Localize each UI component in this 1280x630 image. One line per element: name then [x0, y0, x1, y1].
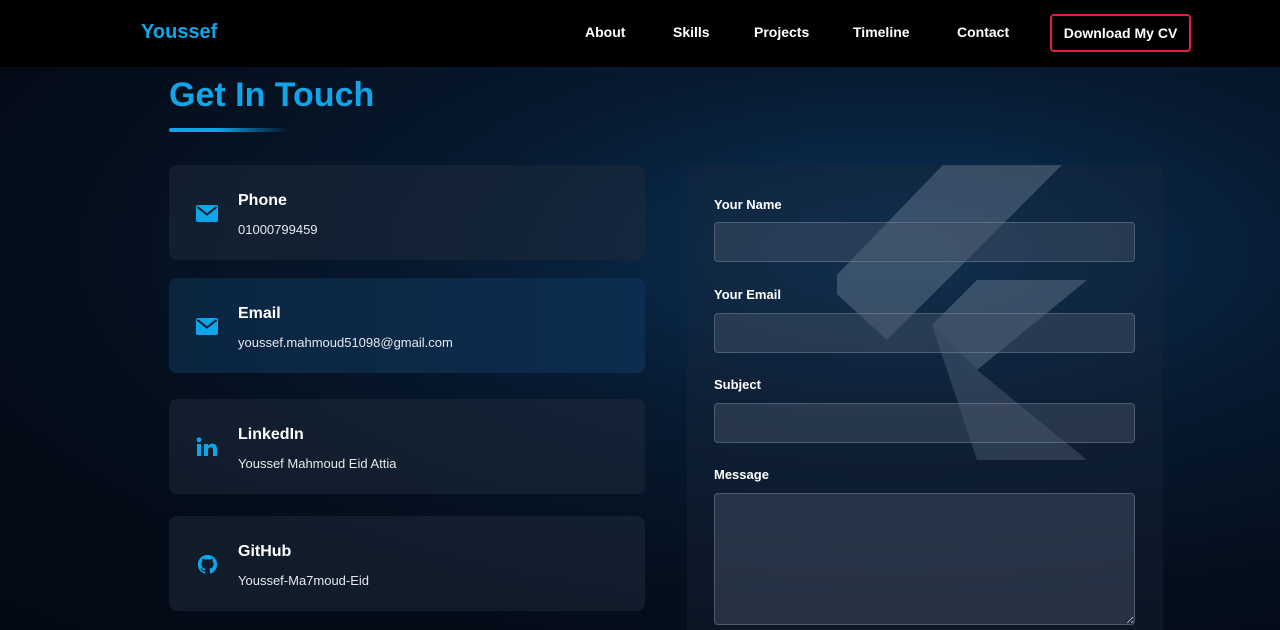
contact-form: Your Name Your Email Subject Message	[687, 165, 1163, 630]
nav-link-contact[interactable]: Contact	[957, 24, 1009, 40]
contact-card-github[interactable]: GitHub Youssef-Ma7moud-Eid	[169, 516, 645, 611]
contact-card-linkedin[interactable]: LinkedIn Youssef Mahmoud Eid Attia	[169, 399, 645, 494]
contact-label: Phone	[238, 192, 287, 209]
brand-logo[interactable]: Youssef	[141, 21, 217, 44]
name-label: Your Name	[714, 197, 782, 212]
contact-value: youssef.mahmoud51098@gmail.com	[238, 335, 453, 350]
contact-label: Email	[238, 305, 281, 322]
subject-input[interactable]	[714, 403, 1135, 443]
nav-link-timeline[interactable]: Timeline	[853, 24, 910, 40]
email-label: Your Email	[714, 287, 781, 302]
contact-value: Youssef Mahmoud Eid Attia	[238, 456, 397, 471]
nav-link-about[interactable]: About	[585, 24, 625, 40]
title-underline	[169, 128, 289, 132]
contact-value: 01000799459	[238, 222, 318, 237]
download-cv-button[interactable]: Download My CV	[1050, 14, 1191, 52]
subject-label: Subject	[714, 377, 761, 392]
envelope-icon	[195, 202, 219, 224]
contact-label: LinkedIn	[238, 426, 304, 443]
nav-link-skills[interactable]: Skills	[673, 24, 710, 40]
contact-label: GitHub	[238, 543, 292, 560]
message-label: Message	[714, 467, 769, 482]
contact-value: Youssef-Ma7moud-Eid	[238, 573, 370, 588]
linkedin-icon	[195, 436, 219, 458]
message-textarea[interactable]	[714, 493, 1135, 625]
contact-card-email[interactable]: Email youssef.mahmoud51098@gmail.com	[169, 278, 645, 373]
nav-link-projects[interactable]: Projects	[754, 24, 809, 40]
name-input[interactable]	[714, 222, 1135, 262]
github-icon	[195, 553, 219, 575]
navbar: Youssef About Skills Projects Timeline C…	[0, 0, 1280, 67]
email-input[interactable]	[714, 313, 1135, 353]
section-title: Get In Touch	[169, 76, 375, 114]
contact-card-phone[interactable]: Phone 01000799459	[169, 165, 645, 260]
envelope-icon	[195, 315, 219, 337]
